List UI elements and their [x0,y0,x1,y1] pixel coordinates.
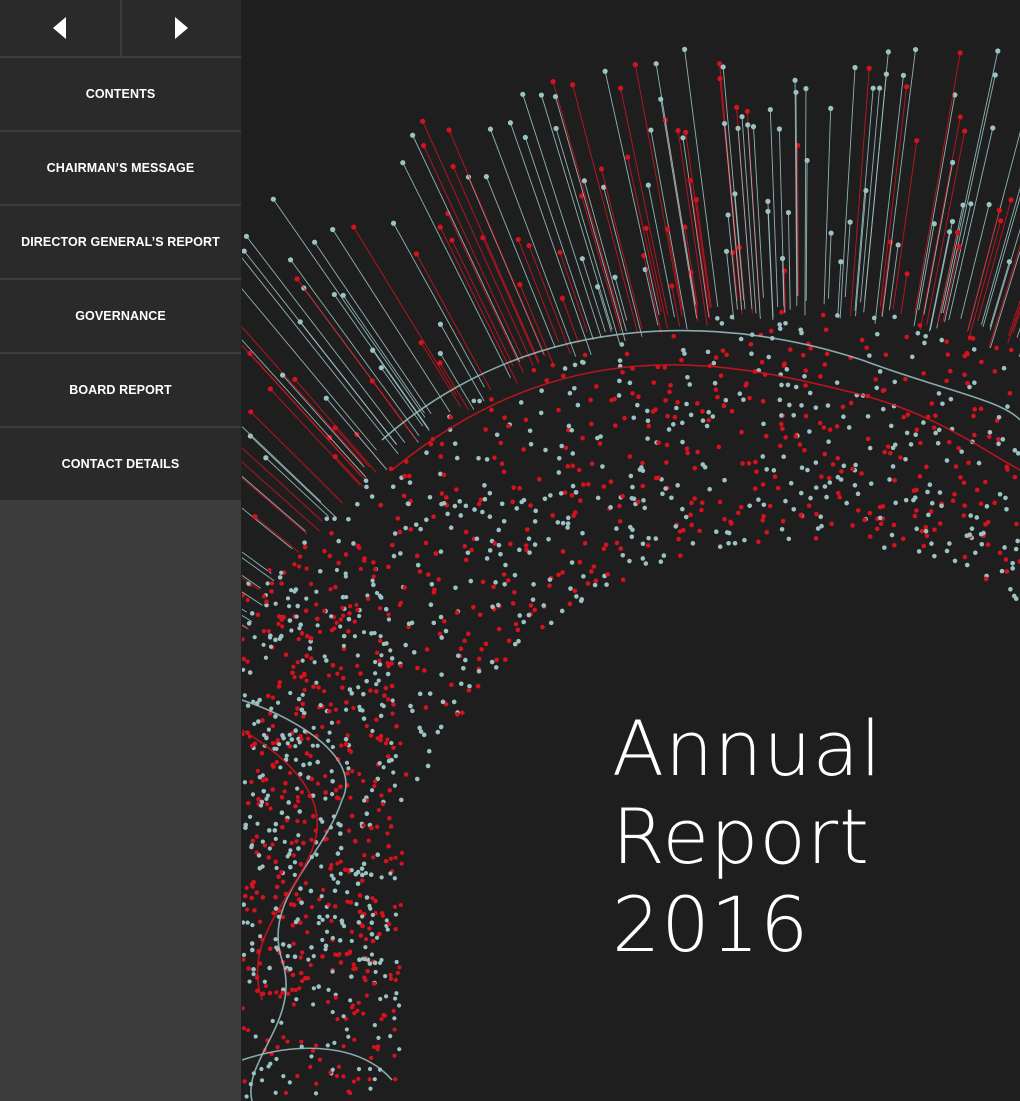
cover-page: Annual Report 2016 [242,0,1020,1101]
triangle-right-icon [175,17,189,39]
cover-title: Annual Report 2016 [612,705,882,969]
page-navigation [0,0,241,57]
menu-item-governance[interactable]: GOVERNANCE [0,280,241,352]
sidebar: CONTENTS CHAIRMAN’S MESSAGE DIRECTOR GEN… [0,0,241,1101]
menu-item-director-generals-report[interactable]: DIRECTOR GENERAL’S REPORT [0,206,241,278]
menu-item-board-report[interactable]: BOARD REPORT [0,354,241,426]
contents-menu: CONTENTS CHAIRMAN’S MESSAGE DIRECTOR GEN… [0,58,241,502]
previous-page-button[interactable] [0,0,122,56]
title-line-annual: Annual [612,704,883,793]
title-line-year: 2016 [612,880,810,969]
menu-item-contents[interactable]: CONTENTS [0,58,241,130]
triangle-left-icon [52,17,66,39]
next-page-button[interactable] [121,0,241,56]
menu-item-contact-details[interactable]: CONTACT DETAILS [0,428,241,500]
menu-item-chairmans-message[interactable]: CHAIRMAN’S MESSAGE [0,132,241,204]
title-line-report: Report [612,792,870,881]
